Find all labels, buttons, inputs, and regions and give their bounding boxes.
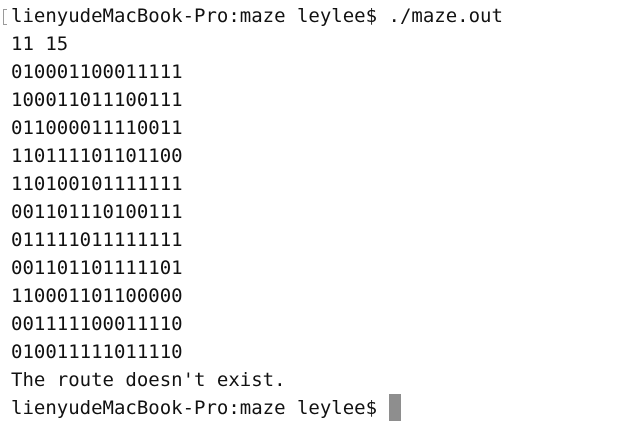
output-line: 110001101100000 <box>11 285 183 307</box>
output-line: 110100101111111 <box>11 173 183 195</box>
output-line: The route doesn't exist. <box>11 369 286 391</box>
command-text: ./maze.out <box>388 5 503 27</box>
output-line: 001101101111101 <box>11 257 183 279</box>
prompt: lienyudeMacBook-Pro:maze leylee$ <box>11 5 389 27</box>
text-cursor <box>388 394 401 421</box>
output-line: 001111100011110 <box>11 313 183 335</box>
output-line: 11 15 <box>11 33 69 55</box>
output-line: 010011111011110 <box>11 341 183 363</box>
output-line: 011000011110011 <box>11 117 183 139</box>
output-line: 110111101101100 <box>11 145 183 167</box>
line-marker-icon <box>3 9 7 25</box>
terminal-window[interactable]: lienyudeMacBook-Pro:maze leylee$ ./maze.… <box>0 0 620 426</box>
prompt-line[interactable]: lienyudeMacBook-Pro:maze leylee$ <box>11 394 620 422</box>
command-line: lienyudeMacBook-Pro:maze leylee$ ./maze.… <box>11 2 620 30</box>
output-line: 010001100011111 <box>11 61 183 83</box>
output-line: 100011011100111 <box>11 89 183 111</box>
output-line: 001101110100111 <box>11 201 183 223</box>
output-line: 011111011111111 <box>11 229 183 251</box>
prompt: lienyudeMacBook-Pro:maze leylee$ <box>11 397 389 419</box>
